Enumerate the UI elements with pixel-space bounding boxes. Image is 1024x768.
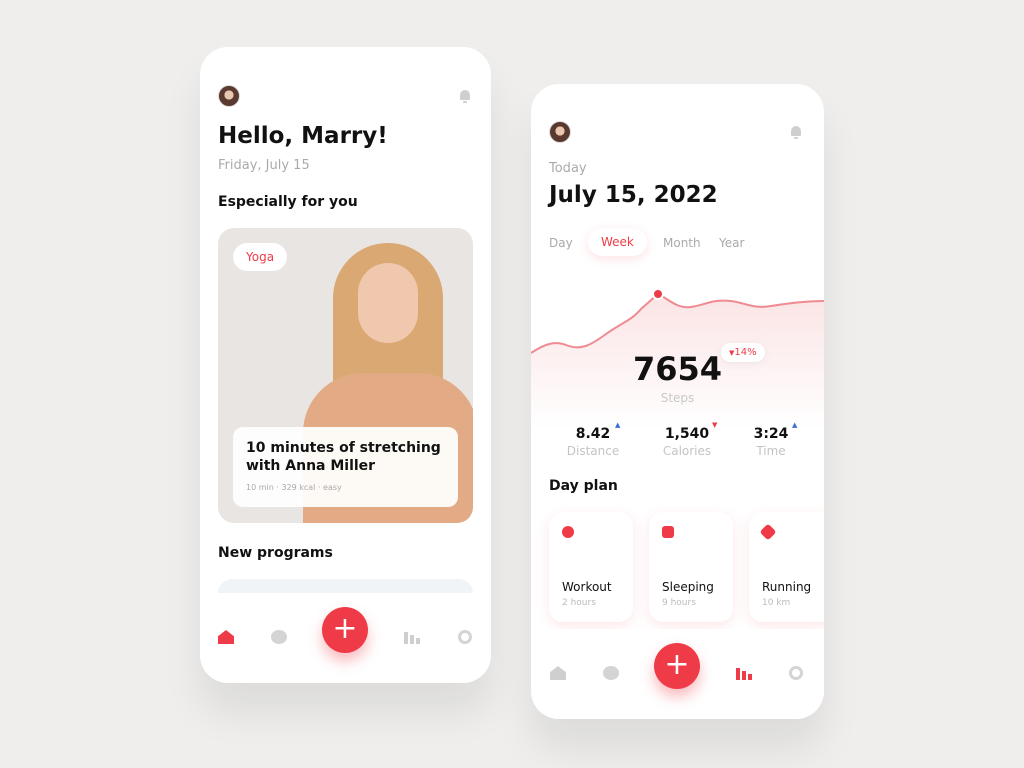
tab-year[interactable]: Year	[719, 236, 744, 250]
steps-value: 7654	[632, 350, 723, 388]
stat-distance: 8.42 Distance	[553, 426, 633, 458]
featured-meta: 10 min · 329 kcal · easy	[246, 483, 342, 492]
shoe-icon	[759, 523, 777, 541]
stat-calories: 1,540 Calories	[647, 426, 727, 458]
stats-icon[interactable]	[404, 630, 420, 644]
plan-sub: 10 km	[762, 598, 791, 608]
calories-label: Calories	[662, 444, 712, 458]
featured-title-2: with Anna Miller	[246, 458, 376, 474]
stats-icon[interactable]	[736, 666, 752, 680]
bed-icon	[662, 526, 674, 538]
day-plan-title: Day plan	[549, 478, 618, 494]
featured-title-1: 10 minutes of stretching	[246, 440, 441, 456]
photo-face	[358, 263, 418, 343]
stats-screen: Today July 15, 2022 Day Week Month Year …	[531, 84, 824, 719]
award-icon[interactable]	[789, 666, 803, 680]
bottom-nav: +	[531, 629, 824, 719]
steps-label: Steps	[660, 391, 695, 405]
avatar[interactable]	[549, 121, 571, 143]
plan-sub: 9 hours	[662, 598, 696, 608]
plan-title: Sleeping	[662, 580, 714, 594]
plan-sleeping[interactable]: Sleeping 9 hours	[649, 512, 733, 622]
add-button[interactable]: +	[322, 607, 368, 653]
plan-running[interactable]: Running 10 km	[749, 512, 824, 622]
up-arrow-icon: ▲	[792, 421, 798, 429]
featured-card[interactable]: Yoga 10 minutes of stretching with Anna …	[218, 228, 473, 523]
home-screen: Hello, Marry! Friday, July 15 Especially…	[200, 47, 491, 683]
award-icon[interactable]	[458, 630, 472, 644]
plan-sub: 2 hours	[562, 598, 596, 608]
bell-icon[interactable]	[789, 125, 803, 139]
tab-week[interactable]: Week	[588, 228, 647, 256]
plan-title: Running	[762, 580, 812, 594]
distance-label: Distance	[566, 444, 620, 458]
greeting: Hello, Marry!	[218, 123, 388, 149]
add-button[interactable]: +	[654, 643, 700, 689]
down-arrow-icon: ▼	[712, 421, 718, 429]
bottom-nav: +	[200, 593, 491, 683]
bell-icon[interactable]	[458, 89, 472, 103]
date-title: July 15, 2022	[549, 182, 718, 208]
chat-icon[interactable]	[271, 630, 287, 644]
chart-marker	[652, 288, 664, 300]
chat-icon[interactable]	[603, 666, 619, 680]
plan-workout[interactable]: Workout 2 hours	[549, 512, 633, 622]
distance-value: 8.42	[575, 426, 611, 442]
home-icon[interactable]	[218, 630, 234, 644]
tab-month[interactable]: Month	[663, 236, 701, 250]
section-title: Especially for you	[218, 194, 358, 210]
time-value: 3:24	[753, 426, 789, 442]
today-label: Today	[549, 161, 587, 176]
category-tag[interactable]: Yoga	[233, 243, 288, 271]
new-programs-title: New programs	[218, 545, 333, 561]
plan-title: Workout	[562, 580, 612, 594]
time-label: Time	[756, 444, 786, 458]
home-icon[interactable]	[550, 666, 566, 680]
kettlebell-icon	[562, 526, 574, 538]
featured-info: 10 minutes of stretching with Anna Mille…	[233, 427, 458, 507]
stat-time: 3:24 Time	[731, 426, 811, 458]
up-arrow-icon: ▲	[615, 421, 621, 429]
tab-day[interactable]: Day	[549, 236, 573, 250]
date: Friday, July 15	[218, 158, 310, 173]
avatar[interactable]	[218, 85, 240, 107]
